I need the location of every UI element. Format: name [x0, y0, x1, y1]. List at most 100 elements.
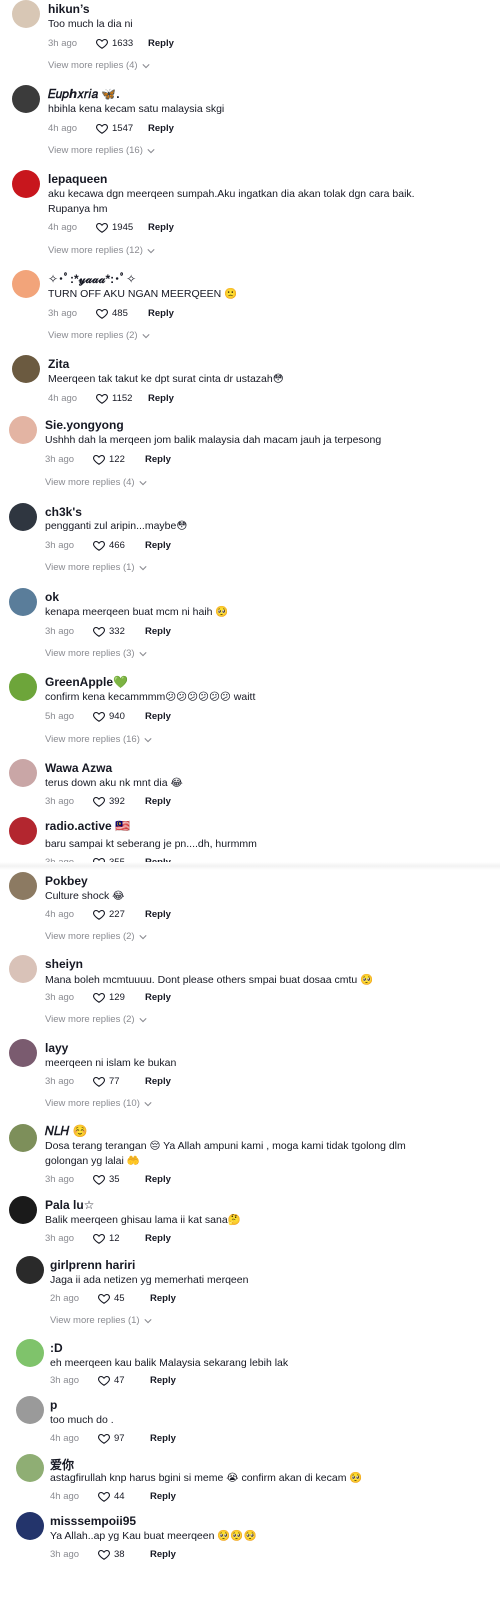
view-more-replies-button[interactable]: View more replies (16): [45, 734, 152, 745]
like-button[interactable]: 122: [93, 454, 145, 465]
avatar[interactable]: [9, 759, 37, 787]
reply-button[interactable]: Reply: [145, 992, 171, 1003]
reply-button[interactable]: Reply: [150, 1491, 176, 1502]
view-more-replies-button[interactable]: View more replies (2): [48, 330, 150, 341]
view-more-replies-button[interactable]: View more replies (2): [45, 931, 147, 942]
reply-button[interactable]: Reply: [145, 1076, 171, 1087]
reply-button[interactable]: Reply: [150, 1375, 176, 1386]
comment-username[interactable]: Sie.yongyong: [45, 418, 124, 432]
like-button[interactable]: 392: [93, 796, 145, 807]
comment-username[interactable]: hikun’s: [48, 2, 90, 16]
avatar[interactable]: [9, 1039, 37, 1067]
view-more-replies-button[interactable]: View more replies (2): [45, 1014, 147, 1025]
like-button[interactable]: 1945: [96, 222, 148, 233]
reply-button[interactable]: Reply: [145, 454, 171, 465]
reply-button[interactable]: Reply: [145, 540, 171, 551]
avatar[interactable]: [16, 1256, 44, 1284]
view-more-replies-button[interactable]: View more replies (1): [45, 562, 147, 573]
like-button[interactable]: 1547: [96, 123, 148, 134]
like-count: 332: [109, 625, 125, 637]
comment-username[interactable]: ok: [45, 590, 59, 604]
reply-button[interactable]: Reply: [150, 1433, 176, 1444]
comment-username[interactable]: layy: [45, 1041, 68, 1055]
like-button[interactable]: 332: [93, 626, 145, 637]
avatar[interactable]: [9, 817, 37, 845]
comment-username[interactable]: radio.active 🇲🇾: [45, 819, 130, 833]
like-count: 47: [114, 1374, 125, 1386]
avatar[interactable]: [9, 1124, 37, 1152]
like-button[interactable]: 12: [93, 1233, 145, 1244]
comment-username[interactable]: ch3k's: [45, 505, 82, 519]
reply-button[interactable]: Reply: [148, 38, 174, 49]
avatar[interactable]: [9, 1196, 37, 1224]
like-button[interactable]: 44: [98, 1491, 150, 1502]
avatar[interactable]: [12, 355, 40, 383]
like-button[interactable]: 35: [93, 1174, 145, 1185]
avatar[interactable]: [16, 1454, 44, 1482]
view-more-replies-button[interactable]: View more replies (16): [48, 145, 155, 156]
avatar[interactable]: [16, 1512, 44, 1540]
like-button[interactable]: 45: [98, 1293, 150, 1304]
like-button[interactable]: 466: [93, 540, 145, 551]
comment-username[interactable]: sheiyn: [45, 957, 83, 971]
comment-username[interactable]: Wawa Azwa: [45, 761, 112, 775]
heart-outline-icon: [96, 222, 108, 233]
view-more-replies-button[interactable]: View more replies (4): [45, 477, 147, 488]
like-button[interactable]: 129: [93, 992, 145, 1003]
avatar[interactable]: [9, 673, 37, 701]
reply-button[interactable]: Reply: [145, 626, 171, 637]
avatar[interactable]: [16, 1396, 44, 1424]
chevron-down-icon: [147, 248, 155, 253]
avatar[interactable]: [9, 588, 37, 616]
reply-button[interactable]: Reply: [150, 1293, 176, 1304]
reply-button[interactable]: Reply: [145, 796, 171, 807]
avatar[interactable]: [9, 872, 37, 900]
avatar[interactable]: [9, 503, 37, 531]
heart-outline-icon: [93, 992, 105, 1003]
view-more-replies-button[interactable]: View more replies (3): [45, 648, 147, 659]
view-more-replies-button[interactable]: View more replies (4): [48, 60, 150, 71]
like-button[interactable]: 77: [93, 1076, 145, 1087]
avatar[interactable]: [9, 955, 37, 983]
avatar[interactable]: [12, 270, 40, 298]
view-more-replies-button[interactable]: View more replies (10): [45, 1098, 152, 1109]
reply-button[interactable]: Reply: [150, 1549, 176, 1560]
reply-button[interactable]: Reply: [145, 711, 171, 722]
avatar[interactable]: [16, 1339, 44, 1367]
comment-username[interactable]: p: [50, 1398, 57, 1412]
reply-button[interactable]: Reply: [148, 222, 174, 233]
comment-username[interactable]: girlprenn hariri: [50, 1258, 135, 1272]
reply-button[interactable]: Reply: [145, 909, 171, 920]
comment-username[interactable]: Pala lu☆: [45, 1198, 94, 1212]
comment-username[interactable]: GreenApple💚: [45, 675, 128, 689]
comment-username[interactable]: misssempoii95: [50, 1514, 136, 1528]
view-more-replies-button[interactable]: View more replies (12): [48, 245, 155, 256]
reply-button[interactable]: Reply: [148, 123, 174, 134]
heart-outline-icon: [93, 796, 105, 807]
avatar[interactable]: [12, 170, 40, 198]
comment-username[interactable]: 𝐸𝑢𝑝ℎ𝑥𝑟𝑖𝑎 🦋.: [48, 87, 120, 102]
like-button[interactable]: 940: [93, 711, 145, 722]
like-button[interactable]: 227: [93, 909, 145, 920]
like-button[interactable]: 97: [98, 1433, 150, 1444]
reply-button[interactable]: Reply: [148, 393, 174, 404]
comment-username[interactable]: ✧･ﾟ:*𝓎𝒶𝒶𝒶*:･ﾟ✧: [48, 270, 136, 287]
like-button[interactable]: 485: [96, 308, 148, 319]
reply-button[interactable]: Reply: [145, 1174, 171, 1185]
comment-text: too much do .: [50, 1414, 114, 1426]
comment-username[interactable]: Pokbey: [45, 874, 88, 888]
view-more-replies-button[interactable]: View more replies (1): [50, 1315, 152, 1326]
like-button[interactable]: 1633: [96, 38, 148, 49]
comment-username[interactable]: Zita: [48, 357, 69, 371]
avatar[interactable]: [12, 85, 40, 113]
reply-button[interactable]: Reply: [148, 308, 174, 319]
like-button[interactable]: 38: [98, 1549, 150, 1560]
avatar[interactable]: [12, 0, 40, 28]
comment-username[interactable]: 𝑁𝐿𝐻 ☺️: [45, 1124, 87, 1139]
like-button[interactable]: 47: [98, 1375, 150, 1386]
comment-username[interactable]: :D: [50, 1341, 63, 1355]
reply-button[interactable]: Reply: [145, 1233, 171, 1244]
avatar[interactable]: [9, 416, 37, 444]
comment-username[interactable]: lepaqueen: [48, 172, 107, 186]
like-button[interactable]: 1152: [96, 393, 148, 404]
